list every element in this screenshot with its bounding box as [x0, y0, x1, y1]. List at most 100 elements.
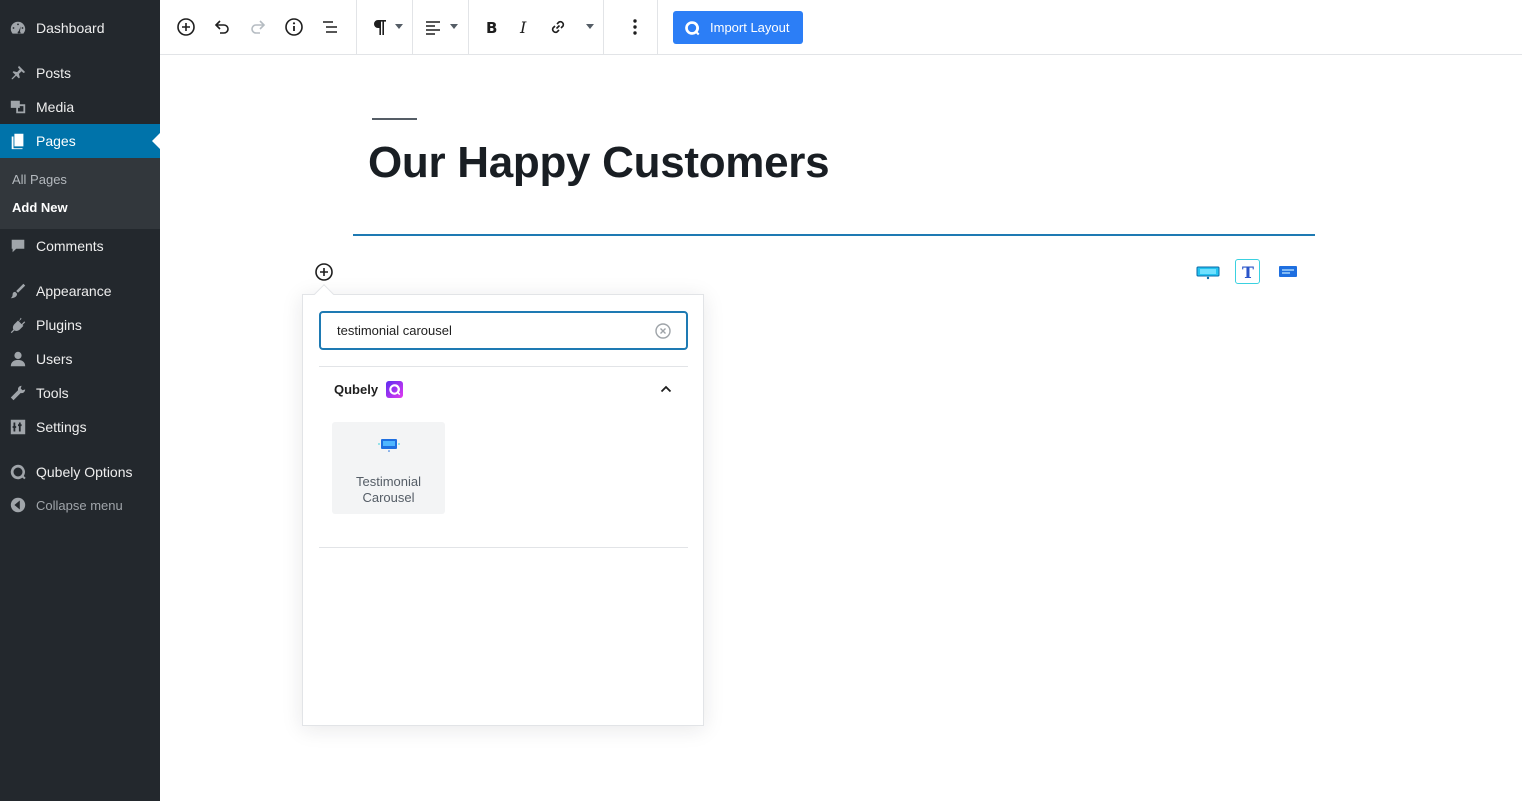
- redo-icon: [251, 20, 266, 34]
- shortcut-carousel-block[interactable]: [1195, 259, 1221, 285]
- list-outline-icon: [323, 21, 337, 33]
- outline-button[interactable]: [316, 13, 344, 41]
- more-vertical-icon: [633, 19, 637, 35]
- submenu-add-new[interactable]: Add New: [12, 200, 68, 215]
- toolbar-divider: [412, 0, 413, 54]
- import-layout-button[interactable]: Import Layout: [673, 11, 803, 44]
- pin-icon: [0, 64, 36, 82]
- chevron-down-icon[interactable]: [395, 24, 403, 29]
- shortcut-heading-block[interactable]: T: [1235, 259, 1260, 284]
- qubely-q-icon: [0, 463, 36, 481]
- media-icon: [0, 98, 36, 116]
- panel-title: Qubely: [334, 381, 379, 397]
- wrench-icon: [0, 384, 36, 402]
- sidebar-item-label: Media: [36, 99, 75, 115]
- more-options-button[interactable]: [621, 13, 649, 41]
- active-indicator: [152, 133, 160, 149]
- sidebar-item-tools[interactable]: Tools: [0, 376, 160, 410]
- sidebar-item-users[interactable]: Users: [0, 342, 160, 376]
- toolbar-divider: [657, 0, 658, 54]
- qubely-logo-icon: [386, 380, 404, 398]
- italic-button[interactable]: I: [510, 13, 538, 41]
- sidebar-item-label: Dashboard: [36, 20, 105, 36]
- editor-toolbar: B I Import Layout: [160, 0, 1522, 55]
- sidebar-item-label: Posts: [36, 65, 72, 81]
- italic-icon: I: [519, 18, 527, 37]
- user-icon: [0, 350, 36, 368]
- qubely-panel-toggle[interactable]: Qubely: [319, 373, 688, 405]
- sidebar-item-media[interactable]: Media: [0, 90, 160, 124]
- admin-sidebar: Dashboard Posts Media Pages All Pages Ad…: [0, 0, 160, 801]
- pages-submenu: All Pages Add New: [0, 158, 160, 229]
- import-layout-label: Import Layout: [710, 20, 790, 35]
- page-title[interactable]: Our Happy Customers: [368, 138, 830, 188]
- carousel-block-icon: [1196, 266, 1220, 280]
- undo-button[interactable]: [208, 13, 236, 41]
- link-icon: [551, 20, 565, 34]
- chevron-down-icon[interactable]: [450, 24, 458, 29]
- panel-divider: [319, 547, 688, 548]
- align-left-icon: [426, 21, 440, 35]
- toolbar-divider: [356, 0, 357, 54]
- bold-icon: B: [486, 19, 497, 37]
- add-block-button[interactable]: [172, 13, 200, 41]
- block-search-input[interactable]: [319, 311, 688, 350]
- sidebar-item-dashboard[interactable]: Dashboard: [0, 11, 160, 45]
- redo-button[interactable]: [244, 13, 272, 41]
- testimonial-carousel-icon: [377, 439, 400, 452]
- sidebar-item-label: Users: [36, 351, 73, 367]
- toolbar-divider: [603, 0, 604, 54]
- shortcut-testimonial-block[interactable]: [1275, 259, 1301, 285]
- testimonial-block-icon: [1279, 266, 1297, 277]
- toolbar-divider: [468, 0, 469, 54]
- selected-block-outline: [353, 234, 1315, 236]
- collapse-label: Collapse menu: [36, 497, 123, 513]
- paragraph-button[interactable]: [366, 13, 394, 41]
- chevron-down-icon[interactable]: [586, 24, 594, 29]
- bold-button[interactable]: B: [477, 13, 505, 41]
- pages-icon: [0, 132, 36, 150]
- block-item-label: Testimonial Carousel: [355, 474, 422, 505]
- svg-text:I: I: [519, 18, 527, 37]
- clear-search-icon[interactable]: [655, 323, 671, 339]
- sidebar-item-posts[interactable]: Posts: [0, 56, 160, 90]
- collapse-icon: [0, 496, 36, 514]
- info-icon: [285, 18, 303, 36]
- dashboard-icon: [0, 19, 36, 37]
- chevron-up-icon: [660, 385, 672, 393]
- sidebar-item-comments[interactable]: Comments: [0, 229, 160, 263]
- pilcrow-icon: [374, 20, 386, 35]
- comment-icon: [0, 237, 36, 255]
- svg-text:B: B: [486, 19, 497, 37]
- undo-icon: [214, 20, 229, 34]
- sidebar-item-pages[interactable]: Pages: [0, 124, 160, 158]
- info-button[interactable]: [280, 13, 308, 41]
- svg-text:T: T: [1242, 263, 1254, 281]
- link-button[interactable]: [544, 13, 572, 41]
- sidebar-item-label: Comments: [36, 238, 104, 254]
- sidebar-item-label: Settings: [36, 419, 87, 435]
- text-t-icon: T: [1242, 263, 1254, 281]
- sidebar-item-label: Pages: [36, 133, 76, 149]
- block-inserter-popover: Qubely Testimonial Carousel: [302, 284, 704, 726]
- popover-arrow: [314, 284, 334, 304]
- align-button[interactable]: [419, 13, 447, 41]
- plus-circle-icon: [177, 18, 195, 36]
- inline-inserter-button[interactable]: [314, 262, 334, 282]
- sidebar-item-qubely-options[interactable]: Qubely Options: [0, 455, 160, 489]
- sliders-icon: [0, 418, 36, 436]
- sidebar-item-plugins[interactable]: Plugins: [0, 308, 160, 342]
- sidebar-item-label: Appearance: [36, 283, 112, 299]
- sidebar-item-appearance[interactable]: Appearance: [0, 274, 160, 308]
- collapse-menu-button[interactable]: Collapse menu: [0, 488, 160, 522]
- testimonial-carousel-block-item[interactable]: Testimonial Carousel: [332, 422, 445, 514]
- qubely-q-icon: [685, 20, 700, 35]
- brush-icon: [0, 282, 36, 300]
- sidebar-item-label: Tools: [36, 385, 69, 401]
- sidebar-item-settings[interactable]: Settings: [0, 410, 160, 444]
- submenu-all-pages[interactable]: All Pages: [12, 172, 67, 187]
- sidebar-item-label: Qubely Options: [36, 464, 133, 480]
- sidebar-item-label: Plugins: [36, 317, 82, 333]
- plug-icon: [0, 316, 36, 334]
- panel-divider: [319, 366, 688, 367]
